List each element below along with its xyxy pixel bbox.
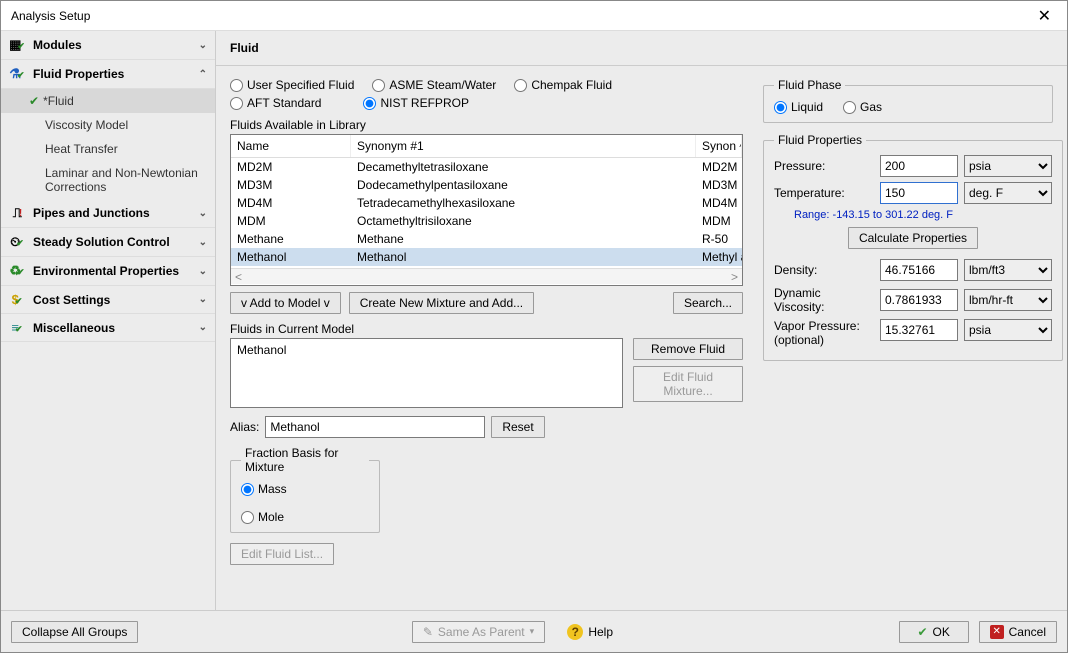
list-row[interactable]: Methyl linoleateMethyl (Z,Z)-9,12-octade… [231, 266, 742, 268]
fluid-phase-legend: Fluid Phase [774, 78, 845, 92]
list-row[interactable]: MethanolMethanolMethyl alcohol [231, 248, 742, 266]
radio-liquid[interactable]: Liquid [774, 100, 823, 114]
remove-fluid-button[interactable]: Remove Fluid [633, 338, 743, 360]
pipes-icon: ⎍! [9, 205, 29, 221]
sidebar-group-pipes[interactable]: ⎍! Pipes and Junctions ⌄ [1, 199, 215, 228]
sidebar-item-laminar[interactable]: Laminar and Non-Newtonian Corrections [1, 161, 215, 199]
list-row[interactable]: MD3MDodecamethylpentasiloxaneMD3M [231, 176, 742, 194]
vapor-field[interactable] [880, 319, 958, 341]
viscosity-label: Dynamic Viscosity: [774, 286, 874, 314]
fluids-library-list[interactable]: Name Synonym #1 Synon ^ MD2MDecamethylte… [230, 134, 743, 286]
help-icon: ? [567, 624, 583, 640]
radio-chempak[interactable]: Chempak Fluid [514, 78, 612, 92]
radio-user-specified[interactable]: User Specified Fluid [230, 78, 354, 92]
density-unit-select[interactable]: lbm/ft3 [964, 259, 1052, 281]
search-button[interactable]: Search... [673, 292, 743, 314]
current-model-label: Fluids in Current Model [230, 322, 743, 336]
close-icon[interactable]: ✕ [1032, 6, 1057, 26]
density-label: Density: [774, 263, 874, 277]
radio-aft-standard[interactable]: AFT Standard [230, 96, 321, 110]
radio-asme[interactable]: ASME Steam/Water [372, 78, 496, 92]
edit-fluid-list-button: Edit Fluid List... [230, 543, 334, 565]
fraction-basis-legend: Fraction Basis for Mixture [241, 446, 369, 474]
sidebar: ▦✔ Modules ⌄ ⚗✔ Fluid Properties ⌃ ✔*Flu… [1, 31, 216, 610]
viscosity-unit-select[interactable]: lbm/hr-ft [964, 289, 1052, 311]
pressure-unit-select[interactable]: psia [964, 155, 1052, 177]
library-label: Fluids Available in Library [230, 118, 743, 132]
density-field[interactable] [880, 259, 958, 281]
collapse-groups-button[interactable]: Collapse All Groups [11, 621, 138, 643]
gauge-icon: ⏲✔ [9, 234, 29, 250]
help-button[interactable]: ? Help [555, 621, 625, 643]
env-icon: ♻✔ [9, 263, 29, 279]
temperature-label: Temperature: [774, 186, 874, 200]
radio-mass[interactable]: Mass [241, 482, 369, 496]
current-model-list[interactable]: Methanol [230, 338, 623, 408]
sidebar-group-steady[interactable]: ⏲✔ Steady Solution Control ⌄ [1, 228, 215, 257]
sidebar-group-misc[interactable]: ≡✔ Miscellaneous ⌄ [1, 314, 215, 342]
sidebar-item-viscosity[interactable]: Viscosity Model [1, 113, 215, 137]
sidebar-item-heat-transfer[interactable]: Heat Transfer [1, 137, 215, 161]
alias-field[interactable] [265, 416, 485, 438]
cancel-button[interactable]: ✕ Cancel [979, 621, 1057, 643]
calculate-properties-button[interactable]: Calculate Properties [848, 227, 978, 249]
horizontal-scrollbar[interactable]: <> [231, 268, 742, 284]
radio-nist-refprop[interactable]: NIST REFPROP [363, 96, 468, 110]
radio-gas[interactable]: Gas [843, 100, 882, 114]
temperature-field[interactable] [880, 182, 958, 204]
create-mixture-button[interactable]: Create New Mixture and Add... [349, 292, 534, 314]
alias-label: Alias: [230, 420, 259, 434]
sidebar-group-modules[interactable]: ▦✔ Modules ⌄ [1, 31, 215, 60]
list-row[interactable]: MD2MDecamethyltetrasiloxaneMD2M [231, 158, 742, 176]
check-icon: ✔ [29, 94, 39, 108]
window-title: Analysis Setup [11, 9, 1032, 23]
pressure-label: Pressure: [774, 159, 874, 173]
cancel-icon: ✕ [990, 625, 1004, 639]
temperature-range: Range: -143.15 to 301.22 deg. F [794, 209, 1052, 221]
sidebar-group-fluid-properties[interactable]: ⚗✔ Fluid Properties ⌃ [1, 60, 215, 89]
flask-icon: ⚗✔ [9, 66, 29, 82]
check-icon: ✔ [917, 625, 927, 639]
sidebar-group-cost[interactable]: $✔ Cost Settings ⌄ [1, 286, 215, 314]
modules-icon: ▦✔ [9, 37, 29, 53]
edit-icon: ✎ [423, 625, 433, 639]
page-title: Fluid [216, 31, 1067, 66]
reset-button[interactable]: Reset [491, 416, 544, 438]
fluid-props-legend: Fluid Properties [774, 133, 866, 147]
chevron-down-icon: ⌄ [199, 208, 207, 219]
vapor-label: Vapor Pressure: (optional) [774, 319, 874, 347]
add-to-model-button[interactable]: v Add to Model v [230, 292, 341, 314]
edit-mixture-button: Edit Fluid Mixture... [633, 366, 743, 402]
misc-icon: ≡✔ [9, 320, 29, 335]
pressure-field[interactable] [880, 155, 958, 177]
chevron-down-icon: ⌄ [199, 266, 207, 277]
ok-button[interactable]: ✔ OK [899, 621, 969, 643]
col-syn2[interactable]: Synon ^ [696, 135, 742, 157]
radio-mole[interactable]: Mole [241, 510, 369, 524]
list-row[interactable]: MethaneMethaneR-50 [231, 230, 742, 248]
list-row[interactable]: MD4MTetradecamethylhexasiloxaneMD4M [231, 194, 742, 212]
list-row[interactable]: MDMOctamethyltrisiloxaneMDM [231, 212, 742, 230]
temperature-unit-select[interactable]: deg. F [964, 182, 1052, 204]
chevron-down-icon: ⌄ [199, 294, 207, 305]
chevron-down-icon: ⌄ [199, 322, 207, 333]
col-syn1[interactable]: Synonym #1 [351, 135, 696, 157]
chevron-down-icon: ⌄ [199, 40, 207, 51]
titlebar: Analysis Setup ✕ [1, 1, 1067, 31]
cost-icon: $✔ [9, 292, 29, 307]
chevron-up-icon: ⌃ [199, 69, 207, 80]
sidebar-item-fluid[interactable]: ✔*Fluid [1, 89, 215, 113]
chevron-down-icon: ⌄ [199, 237, 207, 248]
sidebar-group-env[interactable]: ♻✔ Environmental Properties ⌄ [1, 257, 215, 286]
vapor-unit-select[interactable]: psia [964, 319, 1052, 341]
col-name[interactable]: Name [231, 135, 351, 157]
viscosity-field[interactable] [880, 289, 958, 311]
same-as-parent-button: ✎ Same As Parent ▾ [412, 621, 545, 643]
